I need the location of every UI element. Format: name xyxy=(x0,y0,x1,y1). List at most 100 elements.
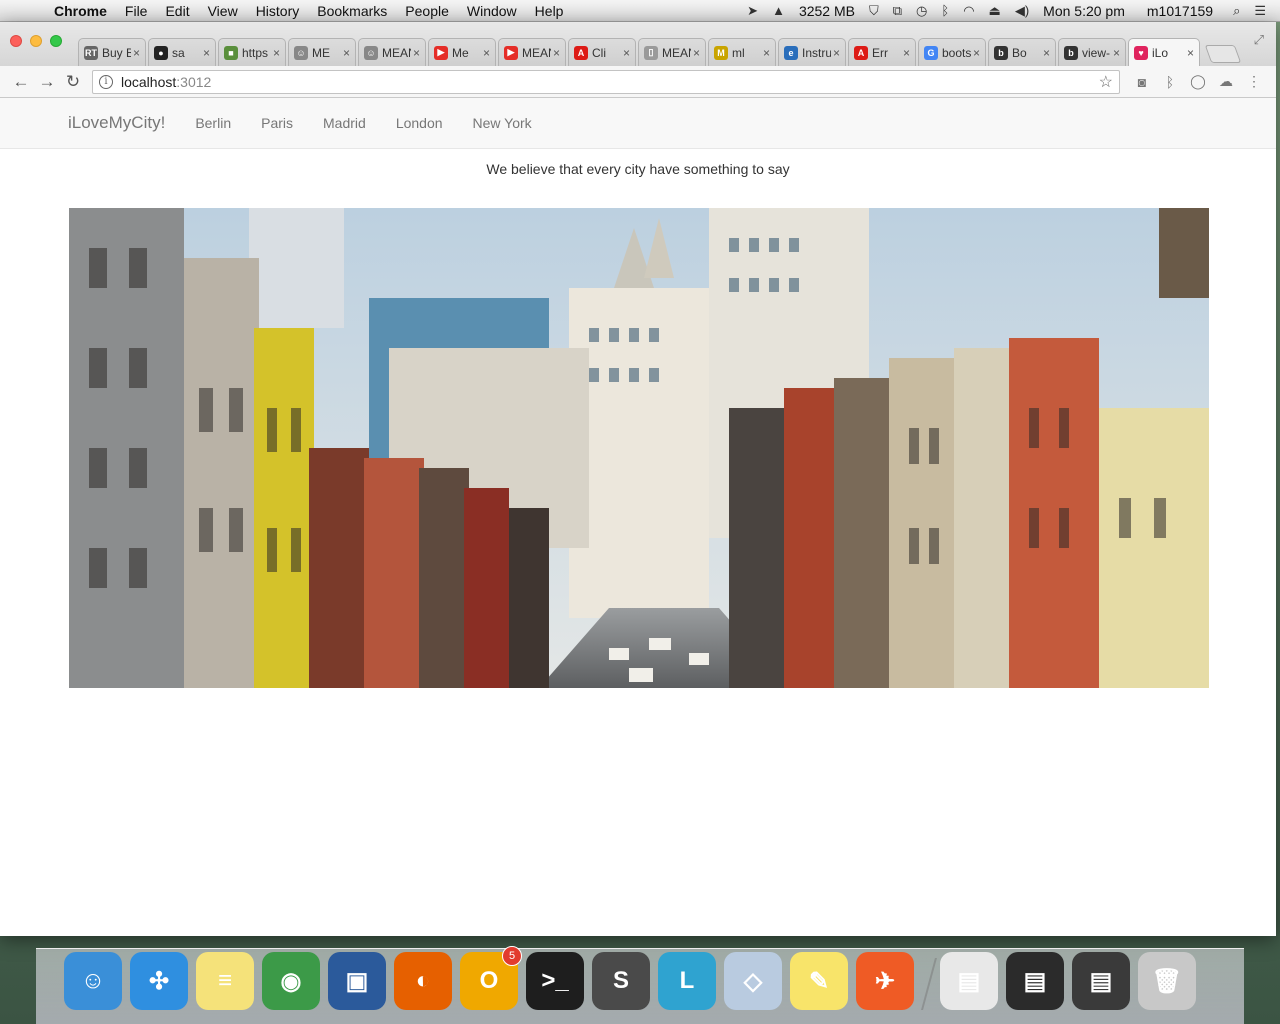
bookmark-star-icon[interactable]: ☆ xyxy=(1099,72,1113,92)
browser-tab[interactable]: ☺ ME × xyxy=(288,38,356,66)
menu-view[interactable]: View xyxy=(208,3,238,19)
google-icon: G xyxy=(924,45,938,60)
browser-tab[interactable]: ▯ MEAN× xyxy=(638,38,706,66)
browser-toolbar: ← → ↻ i localhost:3012 ☆ ◙ ᛒ ◯ ☁ ⋮ xyxy=(0,66,1276,98)
tab-close-icon[interactable]: × xyxy=(1187,46,1194,60)
zoom-window-button[interactable] xyxy=(50,35,62,47)
reload-button[interactable]: ↻ xyxy=(60,72,86,92)
back-button[interactable]: ← xyxy=(8,72,34,92)
virtualbox-icon[interactable]: ▣ xyxy=(328,952,386,1010)
browser-tab[interactable]: Mml × xyxy=(708,38,776,66)
shield-icon[interactable]: ⛉ xyxy=(869,3,879,19)
sublime-text-icon[interactable]: S xyxy=(592,952,650,1010)
tab-close-icon[interactable]: × xyxy=(553,46,560,60)
tab-close-icon[interactable]: × xyxy=(903,46,910,60)
browser-tab[interactable]: RT Buy B × xyxy=(78,38,146,66)
tab-title: Buy B xyxy=(102,45,131,60)
tab-close-icon[interactable]: × xyxy=(973,46,980,60)
wifi-icon[interactable]: ◠ xyxy=(963,3,974,19)
address-bar[interactable]: i localhost:3012 ☆ xyxy=(92,69,1120,94)
nav-link-madrid[interactable]: Madrid xyxy=(323,115,366,131)
tab-close-icon[interactable]: × xyxy=(833,46,840,60)
minimized-window-3-icon[interactable]: ▤ xyxy=(1072,952,1130,1010)
cloud-extension-icon[interactable]: ☁ xyxy=(1212,73,1240,90)
fullscreen-icon[interactable]: ⤢ xyxy=(1254,32,1264,48)
menu-history[interactable]: History xyxy=(256,3,300,19)
site-info-icon[interactable]: i xyxy=(99,74,113,89)
browser-tab[interactable]: b Bo × xyxy=(988,38,1056,66)
spotlight-search-icon[interactable]: ⌕ xyxy=(1233,3,1240,19)
circle-extension-icon[interactable]: ◯ xyxy=(1184,73,1212,90)
safari-icon[interactable]: ✣ xyxy=(130,952,188,1010)
minimized-window-1-icon[interactable]: ▤ xyxy=(940,952,998,1010)
firefox-icon[interactable]: ◐ xyxy=(394,952,452,1010)
chrome-icon[interactable]: ◉ xyxy=(262,952,320,1010)
nav-link-paris[interactable]: Paris xyxy=(261,115,293,131)
lync-icon[interactable]: L xyxy=(658,952,716,1010)
clock[interactable]: Mon 5:20 pm xyxy=(1043,3,1125,19)
tab-close-icon[interactable]: × xyxy=(693,46,700,60)
tab-close-icon[interactable]: × xyxy=(413,46,420,60)
terminal-icon[interactable]: >_ xyxy=(526,952,584,1010)
site-brand-link[interactable]: iLoveMyCity! xyxy=(68,113,165,133)
dock-icon-glyph: >_ xyxy=(541,967,569,994)
finder-icon[interactable]: ☺ xyxy=(64,952,122,1010)
menu-file[interactable]: File xyxy=(125,3,148,19)
incognito-extension-icon[interactable]: ◙ xyxy=(1128,74,1156,90)
menu-edit[interactable]: Edit xyxy=(165,3,189,19)
dock-items: ☺ ✣ ≡ ◉ ▣ ◐ O 5 >_ S L ◇ ✎ ✈ ▤ ▤ ▤ 🗑 xyxy=(64,944,1204,1010)
browser-tab[interactable]: A Cli × xyxy=(568,38,636,66)
app-menu[interactable]: Chrome xyxy=(54,3,107,19)
cube-app-icon[interactable]: ◇ xyxy=(724,952,782,1010)
volume-icon[interactable]: ◀) xyxy=(1015,3,1029,19)
nav-link-london[interactable]: London xyxy=(396,115,443,131)
browser-tab[interactable]: ▶ MEAN× xyxy=(498,38,566,66)
tab-title: MEAN xyxy=(382,45,411,60)
tab-close-icon[interactable]: × xyxy=(203,46,210,60)
user-name[interactable]: m1017159 xyxy=(1147,3,1213,19)
nav-link-berlin[interactable]: Berlin xyxy=(195,115,231,131)
tab-close-icon[interactable]: × xyxy=(343,46,350,60)
browser-tab[interactable]: Gboots × xyxy=(918,38,986,66)
bluetooth-extension-icon[interactable]: ᛒ xyxy=(1156,74,1184,90)
tab-close-icon[interactable]: × xyxy=(483,46,490,60)
menu-people[interactable]: People xyxy=(405,3,449,19)
browser-tab[interactable]: ▶ Me × xyxy=(428,38,496,66)
trash-icon[interactable]: 🗑 xyxy=(1138,952,1196,1010)
browser-tab[interactable]: b view- × xyxy=(1058,38,1126,66)
stickies-icon[interactable]: ✎ xyxy=(790,952,848,1010)
postman-icon[interactable]: ✈ xyxy=(856,952,914,1010)
browser-tab[interactable]: ■ https × xyxy=(218,38,286,66)
browser-tab[interactable]: A Err × xyxy=(848,38,916,66)
chrome-menu-icon[interactable]: ⋮ xyxy=(1240,73,1268,90)
tab-close-icon[interactable]: × xyxy=(1043,46,1050,60)
new-tab-button[interactable] xyxy=(1204,45,1242,63)
tab-close-icon[interactable]: × xyxy=(1113,46,1120,60)
eject-icon[interactable]: ⏏ xyxy=(989,3,1001,19)
window-switch-icon[interactable]: ⧉ xyxy=(893,3,902,19)
location-arrow-icon[interactable]: ➤ xyxy=(747,3,758,19)
menu-window[interactable]: Window xyxy=(467,3,517,19)
tab-close-icon[interactable]: × xyxy=(763,46,770,60)
browser-tab[interactable]: ☺ MEAN× xyxy=(358,38,426,66)
browser-tab[interactable]: e Instru × xyxy=(778,38,846,66)
nav-link-new-york[interactable]: New York xyxy=(473,115,532,131)
tab-close-icon[interactable]: × xyxy=(273,46,280,60)
close-window-button[interactable] xyxy=(10,35,22,47)
forward-button[interactable]: → xyxy=(34,72,60,92)
bluetooth-icon[interactable]: ᛒ xyxy=(941,3,949,18)
drive-icon[interactable]: ▲ xyxy=(772,3,785,18)
tab-close-icon[interactable]: × xyxy=(133,46,140,60)
menu-help[interactable]: Help xyxy=(535,3,564,19)
minimize-window-button[interactable] xyxy=(30,35,42,47)
notification-center-icon[interactable]: ☰ xyxy=(1254,3,1266,19)
outlook-icon[interactable]: O5 xyxy=(460,946,522,1010)
browser-tab[interactable]: ♥ iLo × xyxy=(1128,38,1200,66)
memory-readout[interactable]: 3252 MB xyxy=(799,3,855,19)
minimized-window-2-icon[interactable]: ▤ xyxy=(1006,952,1064,1010)
tab-close-icon[interactable]: × xyxy=(623,46,630,60)
time-machine-icon[interactable]: ◷ xyxy=(916,3,927,19)
menu-bookmarks[interactable]: Bookmarks xyxy=(317,3,387,19)
stickies-notes-icon[interactable]: ≡ xyxy=(196,952,254,1010)
browser-tab[interactable]: ● sa × xyxy=(148,38,216,66)
